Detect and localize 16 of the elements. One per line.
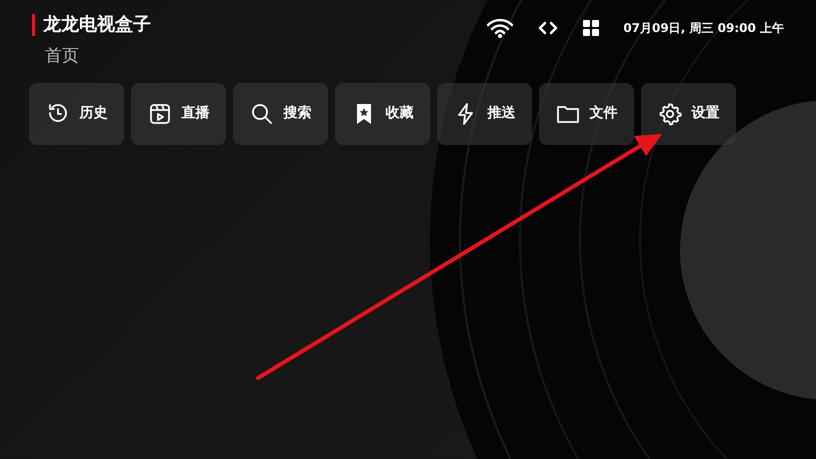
wifi-icon[interactable] (487, 18, 514, 38)
menu-button[interactable]: 搜索 (233, 82, 328, 144)
menu-button[interactable]: 设置 (641, 82, 736, 144)
page-title: 首页 (45, 45, 80, 68)
menu-button[interactable]: 直播 (131, 82, 226, 144)
app-title: 龙龙电视盒子 (32, 14, 151, 36)
code-icon[interactable] (537, 21, 560, 35)
menu-button[interactable]: 历史 (29, 82, 124, 144)
video-icon (148, 102, 172, 126)
grid-icon[interactable] (583, 20, 600, 36)
menu-button[interactable]: 推送 (437, 82, 532, 144)
menu-button[interactable]: 收藏 (335, 82, 430, 144)
menu-button[interactable]: 文件 (539, 82, 634, 144)
date-time: 07月09日, 周三 09:00 上午 (623, 20, 784, 37)
settings-icon (658, 102, 682, 126)
search-icon (250, 102, 274, 126)
